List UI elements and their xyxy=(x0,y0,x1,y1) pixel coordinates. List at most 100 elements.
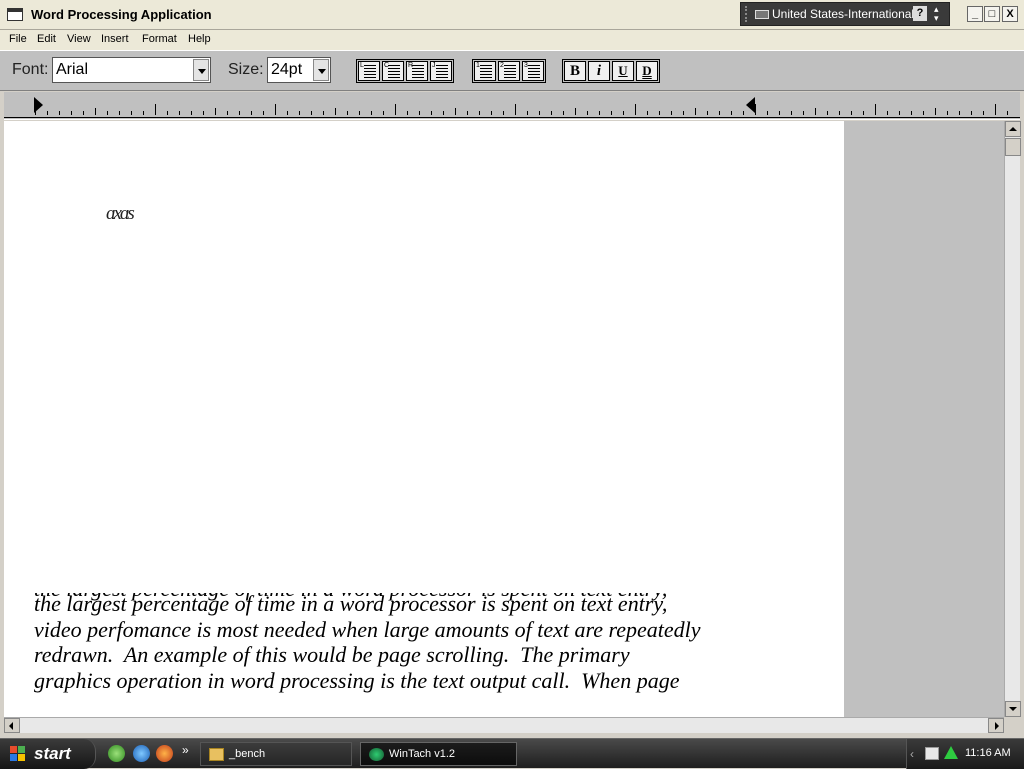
align-center-button[interactable]: C xyxy=(382,61,404,81)
list-1-button[interactable]: 1 xyxy=(474,61,496,81)
text-line: redrawn. An example of this would be pag… xyxy=(34,642,630,667)
vertical-scroll-thumb[interactable] xyxy=(1005,138,1021,156)
ruler-tick xyxy=(611,111,612,115)
quicklaunch-more-icon[interactable]: » xyxy=(182,743,189,757)
windows-flag-icon xyxy=(10,746,26,762)
language-bar[interactable]: United States-International ? ▴ ▾ xyxy=(740,2,950,26)
task-label: _bench xyxy=(229,748,266,760)
ruler-tick xyxy=(995,104,996,115)
document-area: ɑxɑs the largest percentage of time in a… xyxy=(4,121,1004,717)
ruler xyxy=(4,92,1020,120)
close-button[interactable]: X xyxy=(1002,6,1018,22)
ruler-tick xyxy=(215,108,216,115)
document-page[interactable]: ɑxɑs the largest percentage of time in a… xyxy=(4,121,844,717)
tray-network-icon[interactable] xyxy=(944,746,958,759)
help-icon[interactable]: ? xyxy=(913,6,927,21)
bold-button[interactable]: B xyxy=(564,61,586,81)
scroll-down-arrow-icon[interactable] xyxy=(1005,701,1021,717)
ruler-tick xyxy=(47,111,48,115)
ruler-tick xyxy=(731,111,732,115)
garbled-glyph: ɑxɑs xyxy=(106,203,135,224)
align-right-button[interactable]: R xyxy=(406,61,428,81)
start-button[interactable]: start xyxy=(0,739,96,769)
input-language[interactable]: United States-International xyxy=(772,7,914,21)
ruler-tick xyxy=(311,111,312,115)
scroll-right-arrow-icon[interactable] xyxy=(988,718,1004,733)
menu-view[interactable]: View xyxy=(67,33,91,45)
justify-button[interactable]: J xyxy=(430,61,452,81)
ruler-tick xyxy=(239,111,240,115)
underline-button[interactable]: U xyxy=(612,61,634,81)
ruler-tick xyxy=(887,111,888,115)
ruler-tick xyxy=(671,111,672,115)
scroll-left-arrow-icon[interactable] xyxy=(4,718,20,733)
menu-help[interactable]: Help xyxy=(188,33,211,45)
ruler-tick xyxy=(815,108,816,115)
text-line: the largest percentage of time in a word… xyxy=(34,591,668,616)
ruler-tick xyxy=(455,108,456,115)
app-window-icon xyxy=(7,8,23,21)
menu-edit[interactable]: Edit xyxy=(37,33,56,45)
language-bar-grip[interactable] xyxy=(745,6,749,22)
menu-format[interactable]: Format xyxy=(142,33,177,45)
ruler-tick xyxy=(779,111,780,115)
list-3-icon xyxy=(528,65,540,78)
internet-explorer-icon[interactable] xyxy=(133,745,150,762)
ruler-tick xyxy=(107,111,108,115)
horizontal-scrollbar[interactable] xyxy=(4,717,1004,733)
ruler-tick xyxy=(287,111,288,115)
menu-file[interactable]: File xyxy=(9,33,27,45)
ruler-tick xyxy=(563,111,564,115)
ruler-tick xyxy=(119,111,120,115)
font-dropdown-arrow-icon[interactable] xyxy=(193,59,209,81)
language-bar-options-icon[interactable]: ▴ ▾ xyxy=(934,5,939,23)
size-select[interactable]: 24pt xyxy=(267,57,331,83)
minimize-button[interactable]: _ xyxy=(967,6,983,22)
firefox-icon[interactable] xyxy=(156,745,173,762)
size-dropdown-arrow-icon[interactable] xyxy=(313,59,329,81)
quicklaunch-app-icon[interactable] xyxy=(108,745,125,762)
ruler-tick xyxy=(359,111,360,115)
list-2-button[interactable]: 2 xyxy=(498,61,520,81)
ruler-tick xyxy=(959,111,960,115)
menu-insert[interactable]: Insert xyxy=(101,33,129,45)
ruler-tick xyxy=(383,111,384,115)
clock[interactable]: 11:16 AM xyxy=(965,747,1011,759)
ruler-tick xyxy=(467,111,468,115)
ruler-tick xyxy=(419,111,420,115)
keyboard-icon xyxy=(755,10,769,19)
ruler-scale xyxy=(4,100,1020,118)
ruler-tick xyxy=(263,111,264,115)
italic-button[interactable]: i xyxy=(588,61,610,81)
taskbar-item-wintach[interactable]: WinTach v1.2 xyxy=(360,742,517,766)
tray-expand-icon[interactable]: ‹ xyxy=(910,747,914,761)
list-button-group: 1 2 3 xyxy=(472,59,546,83)
align-left-button[interactable]: L xyxy=(358,61,380,81)
ruler-tick xyxy=(647,111,648,115)
font-select[interactable]: Arial xyxy=(52,57,211,83)
ruler-tick xyxy=(203,111,204,115)
size-grip[interactable] xyxy=(1004,717,1020,733)
ruler-tick xyxy=(59,111,60,115)
ruler-tick xyxy=(983,111,984,115)
system-tray: ‹ 11:16 AM xyxy=(906,739,1024,769)
ruler-tick xyxy=(767,111,768,115)
left-indent-marker[interactable] xyxy=(34,97,43,113)
ruler-tick xyxy=(791,111,792,115)
tray-edit-icon[interactable] xyxy=(925,747,939,760)
vertical-scrollbar[interactable] xyxy=(1004,121,1021,717)
ruler-tick xyxy=(227,111,228,115)
list-3-button[interactable]: 3 xyxy=(522,61,544,81)
text-line: graphics operation in word processing is… xyxy=(34,667,680,693)
justify-icon xyxy=(436,65,448,78)
maximize-button[interactable]: □ xyxy=(984,6,1000,22)
ruler-tick xyxy=(851,111,852,115)
scroll-up-arrow-icon[interactable] xyxy=(1005,121,1021,137)
taskbar-item-bench[interactable]: _bench xyxy=(200,742,352,766)
ruler-tick xyxy=(479,111,480,115)
double-underline-button[interactable]: D xyxy=(636,61,658,81)
ruler-tick xyxy=(695,108,696,115)
ruler-tick xyxy=(527,111,528,115)
right-indent-marker[interactable] xyxy=(746,97,755,113)
document-text[interactable]: the largest percentage of time in a word… xyxy=(34,591,814,693)
